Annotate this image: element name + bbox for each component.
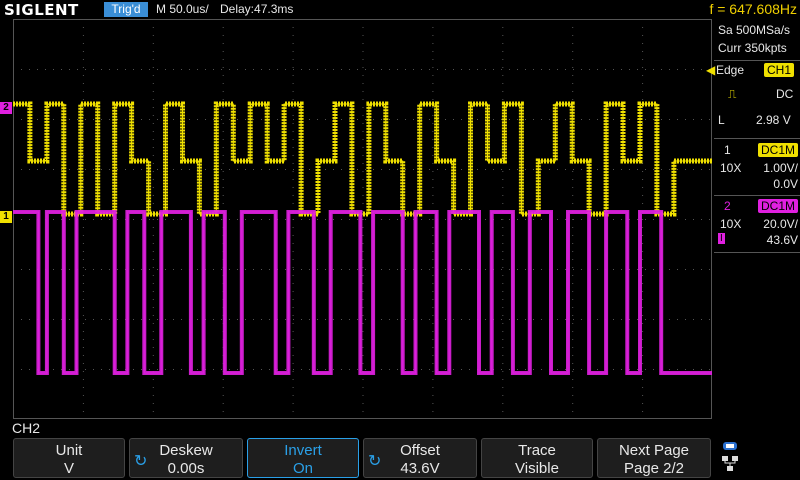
offset-button[interactable]: ↻ Offset 43.6V xyxy=(363,438,477,478)
knob-rotate-icon: ↻ xyxy=(134,453,148,470)
trigger-section[interactable]: ◀ Edge CH1 xyxy=(706,63,800,79)
ch2-offset-marker[interactable]: 2 xyxy=(0,102,12,114)
active-menu-title: CH2 xyxy=(12,420,41,436)
memory-depth: Curr 350kpts xyxy=(718,41,787,55)
trigger-level-value: 2.98 V xyxy=(756,113,791,127)
trace-button-title: Trace xyxy=(518,442,556,459)
network-status-icon xyxy=(722,442,738,471)
divider xyxy=(714,195,800,196)
sample-rate: Sa 500MSa/s xyxy=(718,23,791,37)
unit-button-title: Unit xyxy=(55,442,83,459)
ch2-coupling: DC1M xyxy=(758,199,799,213)
trigger-level-label: L xyxy=(718,113,725,127)
ch1-probe: 10X xyxy=(720,161,742,175)
ch1-offset-marker[interactable]: 1 xyxy=(0,211,12,223)
brand-logo: SIGLENT xyxy=(4,1,79,19)
ch2-info[interactable]: 2 DC1M xyxy=(714,199,800,215)
ch1-trace xyxy=(13,101,712,217)
divider xyxy=(714,252,800,253)
next-page-title: Next Page xyxy=(618,442,690,459)
unit-button[interactable]: Unit V xyxy=(13,438,125,478)
knob-rotate-icon: ↻ xyxy=(368,453,382,470)
ch1-coupling: DC1M xyxy=(758,143,799,157)
unit-button-value: V xyxy=(63,460,74,477)
trigger-level-arrow-icon: ◀ xyxy=(706,63,716,77)
ch2-offset: 43.6V xyxy=(766,233,798,247)
deskew-button[interactable]: ↻ Deskew 0.00s xyxy=(129,438,243,478)
invert-button[interactable]: Invert On xyxy=(247,438,359,478)
ch2-probe: 10X xyxy=(720,217,742,231)
next-page-button[interactable]: Next Page Page 2/2 xyxy=(597,438,711,478)
ch2-scale: 20.0V/ xyxy=(763,217,798,231)
ch1-info[interactable]: 1 DC1M xyxy=(714,143,800,159)
ch2-invert-indicator: I xyxy=(718,233,725,244)
ch2-id: 2 xyxy=(724,199,731,213)
trigger-type: Edge xyxy=(716,63,745,77)
frequency-readout: f = 647.608Hz xyxy=(709,1,797,17)
softkey-menu: Unit V ↻ Deskew 0.00s Invert On ↻ Offset… xyxy=(0,438,800,480)
delay-readout: Delay:47.3ms xyxy=(220,2,294,16)
trigger-status-badge: Trig'd xyxy=(104,2,148,17)
trigger-source: CH1 xyxy=(764,63,795,77)
ch1-offset: 0.0V xyxy=(773,177,798,191)
trace-button-value: Visible xyxy=(515,460,559,477)
invert-button-value: On xyxy=(292,460,313,477)
info-panel: Sa 500MSa/s Curr 350kpts ◀ Edge CH1 ⎍ DC… xyxy=(706,19,800,419)
rising-edge-icon: ⎍ xyxy=(728,87,737,101)
divider xyxy=(714,138,800,139)
next-page-value: Page 2/2 xyxy=(623,460,685,477)
trace-button[interactable]: Trace Visible xyxy=(481,438,593,478)
waveform-display[interactable] xyxy=(13,19,712,419)
divider xyxy=(714,60,800,61)
ch2-trace xyxy=(13,210,712,375)
ch1-id: 1 xyxy=(724,143,731,157)
timebase-readout: M 50.0us/ xyxy=(156,2,209,16)
waveform-traces xyxy=(13,101,712,375)
invert-button-title: Invert xyxy=(284,442,322,459)
status-bar: SIGLENT Trig'd M 50.0us/ Delay:47.3ms f … xyxy=(0,0,800,19)
ch1-scale: 1.00V/ xyxy=(763,161,798,175)
trigger-coupling: DC xyxy=(776,87,794,101)
